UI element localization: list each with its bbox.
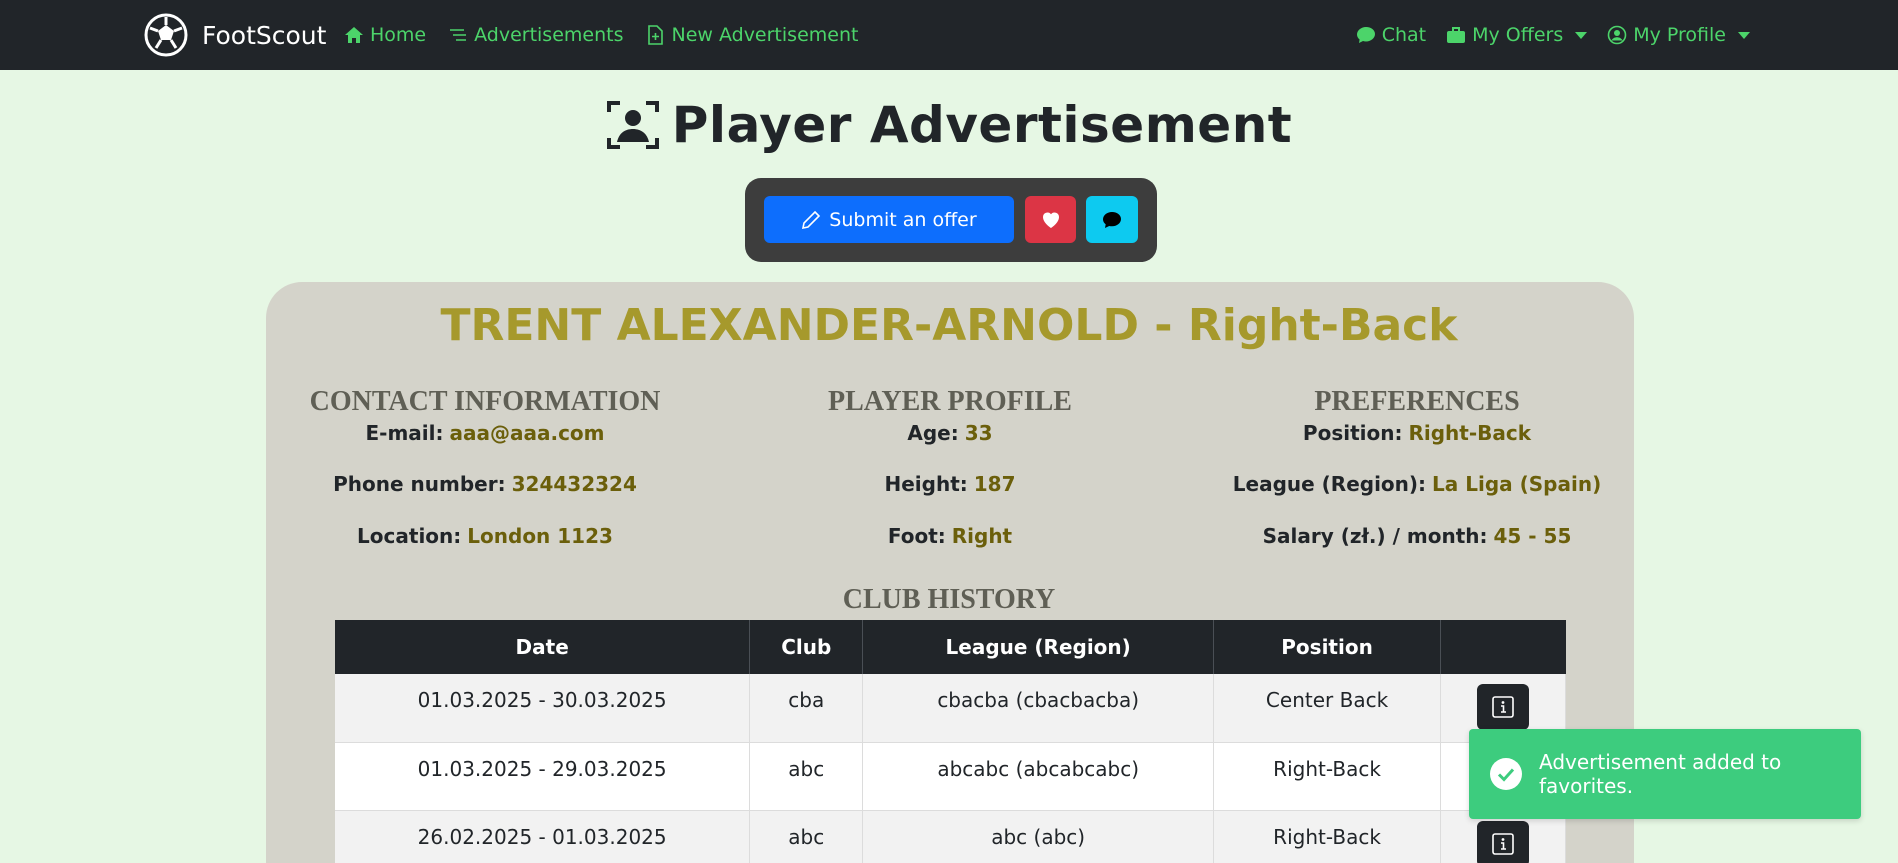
position-value: Right-Back [1408,421,1532,445]
pencil-icon [802,210,821,229]
age-label: Age: [907,421,959,445]
phone-field: Phone number: 324432324 [250,458,720,510]
favorite-button[interactable] [1025,196,1076,243]
player-profile-section: PLAYER PROFILE Age: 33 Height: 187 Foot: Ri… [715,386,1185,562]
toast-message: Advertisement added to favorites. [1539,750,1782,798]
brand-name: FootScout [202,20,327,50]
submit-offer-label: Submit an offer [829,208,977,231]
page-title-text: Player Advertisement [671,96,1293,154]
info-square-icon [1492,832,1514,855]
column-header-position: Position [1213,620,1441,674]
age-field: Age: 33 [715,418,1185,458]
age-value: 33 [964,421,993,445]
position-label: Position: [1302,421,1403,445]
chevron-down-icon [1738,31,1750,39]
house-icon [345,27,363,43]
cell-club: abc [749,810,864,863]
nav-chat-label: Chat [1381,24,1427,46]
column-header-actions [1440,620,1566,674]
brand[interactable]: FootScout [144,12,326,58]
column-header-club: Club [749,620,864,674]
location-label: Location: [357,524,462,548]
league-field: League (Region): La Liga (Spain) [1182,458,1652,510]
salary-field: Salary (zł.) / month: 45 - 55 [1182,510,1652,562]
email-value: aaa@aaa.com [449,421,605,445]
height-label: Height: [884,472,968,496]
nav-home-label: Home [370,24,427,46]
league-value: La Liga (Spain) [1432,472,1602,496]
nav-new-advertisement[interactable]: New Advertisement [645,24,858,46]
cell-date: 26.02.2025 - 01.03.2025 [335,810,751,863]
nav-advertisements-label: Advertisements [474,24,624,46]
position-field: Position: Right-Back [1182,418,1652,458]
nav-advertisements[interactable]: Advertisements [448,24,623,46]
page-title: Player Advertisement [0,96,1898,154]
file-plus-icon [648,25,664,45]
user-circle-icon [1607,25,1627,45]
foot-value: Right [951,524,1013,548]
cell-position: Center Back [1213,674,1441,743]
cell-league: cbacba (cbacbacba) [862,674,1215,743]
info-square-icon [1492,696,1514,718]
briefcase-icon [1447,27,1466,43]
success-toast[interactable]: Advertisement added to favorites. [1469,729,1861,819]
salary-value: 45 - 55 [1493,524,1572,548]
nav-my-offers-label: My Offers [1472,24,1564,46]
cell-league: abc (abc) [862,810,1215,863]
column-header-date: Date [335,620,751,674]
location-field: Location: London 1123 [250,510,720,562]
list-icon [450,29,467,41]
person-badge-icon [606,101,659,149]
section-title: PREFERENCES [1314,386,1520,417]
section-title: CONTACT INFORMATION [309,386,661,417]
chat-button[interactable] [1086,196,1138,243]
height-value: 187 [973,472,1016,496]
cell-date: 01.03.2025 - 29.03.2025 [335,742,751,811]
action-bar: Submit an offer [745,178,1157,262]
chat-bubble-icon [1103,211,1121,228]
chat-bubble-icon [1356,27,1375,43]
cell-league: abcabc (abcabcabc) [862,742,1215,811]
section-title: PLAYER PROFILE [827,386,1072,417]
player-heading: TRENT ALEXANDER-ARNOLD - Right-Back [440,300,1458,351]
club-history-title: CLUB HISTORY [842,584,1056,615]
cell-date: 01.03.2025 - 30.03.2025 [335,674,751,743]
height-field: Height: 187 [715,458,1185,510]
info-button[interactable] [1477,684,1529,730]
info-button[interactable] [1477,820,1529,863]
heart-icon [1042,212,1059,228]
chevron-down-icon [1575,31,1588,39]
email-field: E-mail: aaa@aaa.com [250,418,720,458]
salary-label: Salary (zł.) / month: [1262,524,1488,548]
league-label: League (Region): [1232,472,1427,496]
location-value: London 1123 [467,524,613,548]
submit-offer-button[interactable]: Submit an offer [764,196,1014,243]
email-label: E-mail: [365,421,444,445]
cell-club: cba [749,674,864,743]
soccer-ball-icon [144,13,188,57]
cell-position: Right-Back [1213,810,1441,863]
nav-my-profile-dropdown[interactable]: My Profile [1607,24,1750,46]
top-navbar: FootScout Home Advertisements New Advert… [0,0,1898,70]
nav-my-offers-dropdown[interactable]: My Offers [1446,24,1588,46]
nav-new-advertisement-label: New Advertisement [671,24,859,46]
table-row: 01.03.2025 - 30.03.2025 cba cbacba (cbac… [335,674,1566,743]
preferences-section: PREFERENCES Position: Right-Back League (… [1182,386,1652,562]
table-header-row: Date Club League (Region) Position [335,620,1566,674]
nav-home[interactable]: Home [344,24,426,46]
foot-label: Foot: [887,524,946,548]
phone-value: 324432324 [511,472,637,496]
contact-information-section: CONTACT INFORMATION E-mail: aaa@aaa.com P… [250,386,720,562]
table-row: 26.02.2025 - 01.03.2025 abc abc (abc) Ri… [335,810,1566,863]
cell-position: Right-Back [1213,742,1441,811]
nav-my-profile-label: My Profile [1633,24,1726,46]
phone-label: Phone number: [333,472,506,496]
column-header-league: League (Region) [862,620,1215,674]
cell-club: abc [749,742,864,811]
table-row: 01.03.2025 - 29.03.2025 abc abcabc (abca… [335,742,1566,811]
check-circle-icon [1490,758,1522,790]
nav-chat[interactable]: Chat [1356,24,1426,46]
club-history-table: Date Club League (Region) Position 01.03… [335,620,1566,863]
foot-field: Foot: Right [715,510,1185,562]
